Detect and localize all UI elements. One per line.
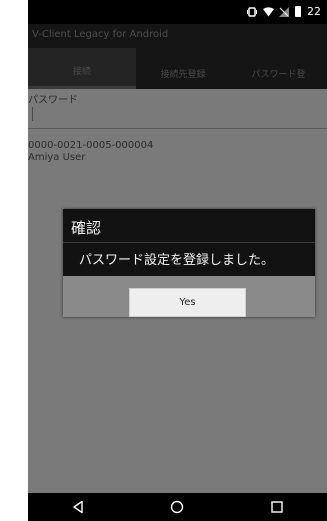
left-margin (0, 0, 28, 521)
status-clock: 22 (307, 5, 321, 18)
tab-connect-label: 接続 (72, 67, 91, 77)
home-icon[interactable] (157, 495, 197, 519)
dialog-button-area: Yes (63, 276, 315, 317)
tab-connection-register-label: 接続先登録 (160, 70, 206, 80)
tab-password-register-label: パスワード登 (251, 70, 306, 80)
confirm-dialog: 確認 パスワード設定を登録しました。 Yes (63, 209, 315, 317)
phone-frame: 22 V-Client Legacy for Android 接続 接続先登録 … (0, 0, 327, 521)
user-name: Amiya User (28, 152, 86, 163)
tab-bar: 接続 接続先登録 パスワード登 (28, 48, 327, 89)
dialog-message: パスワード設定を登録しました。 (79, 253, 275, 268)
dialog-title: 確認 (71, 219, 102, 237)
battery-icon (295, 6, 301, 17)
navigation-bar (28, 493, 327, 521)
device-id: 0000-0021-0005-000004 (28, 140, 154, 151)
action-bar: V-Client Legacy for Android (28, 24, 327, 48)
tab-password-register[interactable]: パスワード登 (230, 48, 327, 89)
wifi-icon (263, 6, 274, 17)
yes-button[interactable]: Yes (129, 288, 246, 317)
recents-icon[interactable] (257, 495, 297, 519)
password-input[interactable] (28, 105, 327, 129)
text-cursor (32, 107, 33, 121)
signal-icon (279, 6, 289, 17)
app-title: V-Client Legacy for Android (32, 29, 169, 40)
device-screen: 22 V-Client Legacy for Android 接続 接続先登録 … (28, 0, 327, 521)
vibrate-icon (247, 6, 257, 17)
status-icons: 22 (247, 5, 321, 18)
status-bar: 22 (28, 0, 327, 24)
tab-connect[interactable]: 接続 (28, 48, 136, 89)
password-label: パスワード (28, 95, 78, 106)
back-icon[interactable] (58, 495, 98, 519)
dialog-divider (63, 242, 315, 243)
tab-connection-register[interactable]: 接続先登録 (136, 48, 230, 89)
